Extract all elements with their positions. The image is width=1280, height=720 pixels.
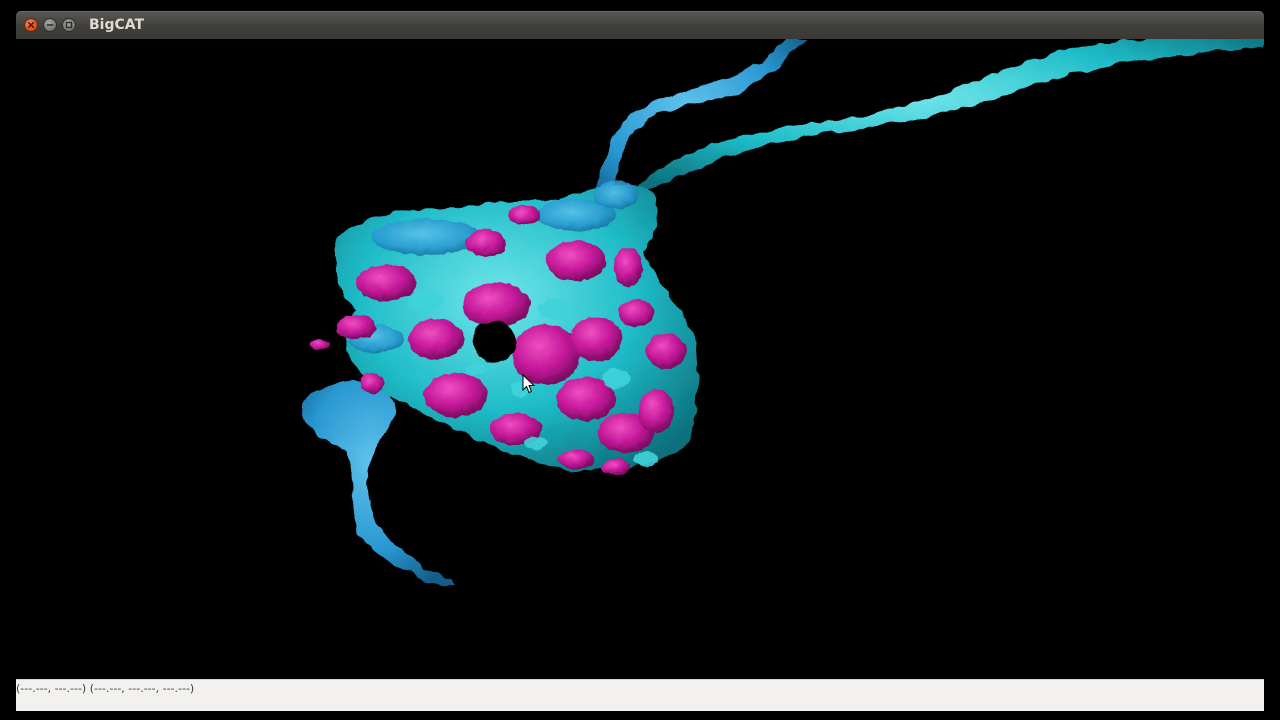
maximize-button[interactable] [62,18,76,32]
close-button[interactable] [24,18,38,32]
coordinate-readout: (---.---, ---.---) (---.---, ---.---, --… [16,682,195,695]
maximize-icon [65,21,73,29]
minimize-button[interactable] [43,18,57,32]
neurite-upper-right [636,39,1264,189]
close-icon [28,22,34,28]
status-bar: (---.---, ---.---) (---.---, ---.---, --… [16,679,1264,711]
cell-body-cavity [472,321,516,361]
minimize-icon [46,24,54,26]
title-bar[interactable]: BigCAT [16,11,1264,39]
mouse-cursor-icon [522,374,536,394]
neuron-render [303,39,1264,586]
window-title: BigCAT [89,17,145,33]
app-window: BigCAT (---.---, ---.---) (---.---, ---.… [16,11,1264,711]
3d-viewport[interactable] [16,39,1264,679]
